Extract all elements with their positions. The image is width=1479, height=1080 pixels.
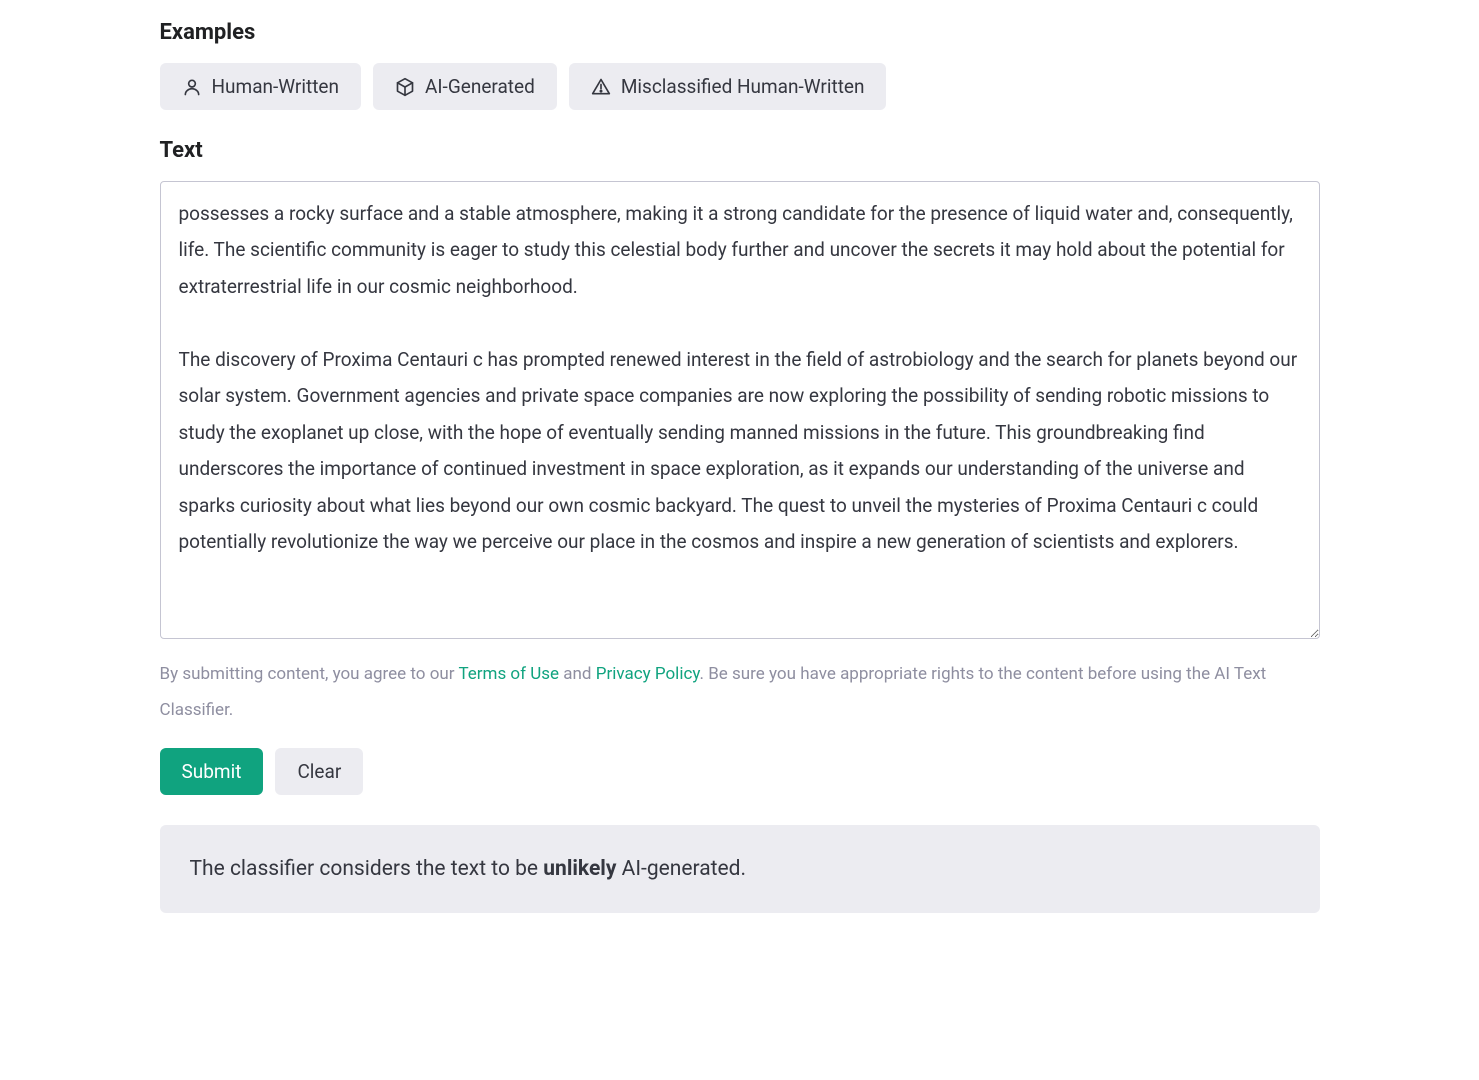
text-heading: Text: [160, 138, 1320, 163]
person-icon: [182, 77, 202, 97]
example-human-written-button[interactable]: Human-Written: [160, 63, 362, 110]
result-suffix: AI-generated.: [616, 857, 746, 881]
disclaimer-text: By submitting content, you agree to our …: [160, 657, 1320, 728]
result-verdict: unlikely: [543, 857, 616, 881]
example-buttons-row: Human-Written AI-Generated Misclassified…: [160, 63, 1320, 110]
disclaimer-mid: and: [559, 664, 596, 684]
cube-icon: [395, 77, 415, 97]
example-human-written-label: Human-Written: [212, 75, 340, 98]
terms-of-use-link[interactable]: Terms of Use: [458, 664, 559, 684]
text-input[interactable]: [160, 181, 1320, 639]
examples-heading: Examples: [160, 20, 1320, 45]
example-misclassified-button[interactable]: Misclassified Human-Written: [569, 63, 887, 110]
example-ai-generated-label: AI-Generated: [425, 75, 535, 98]
clear-button[interactable]: Clear: [275, 748, 363, 795]
result-prefix: The classifier considers the text to be: [190, 857, 544, 881]
disclaimer-prefix: By submitting content, you agree to our: [160, 664, 459, 684]
submit-button[interactable]: Submit: [160, 748, 264, 795]
action-buttons-row: Submit Clear: [160, 748, 1320, 795]
example-ai-generated-button[interactable]: AI-Generated: [373, 63, 557, 110]
result-box: The classifier considers the text to be …: [160, 825, 1320, 913]
example-misclassified-label: Misclassified Human-Written: [621, 75, 865, 98]
warning-triangle-icon: [591, 77, 611, 97]
privacy-policy-link[interactable]: Privacy Policy: [596, 664, 700, 684]
